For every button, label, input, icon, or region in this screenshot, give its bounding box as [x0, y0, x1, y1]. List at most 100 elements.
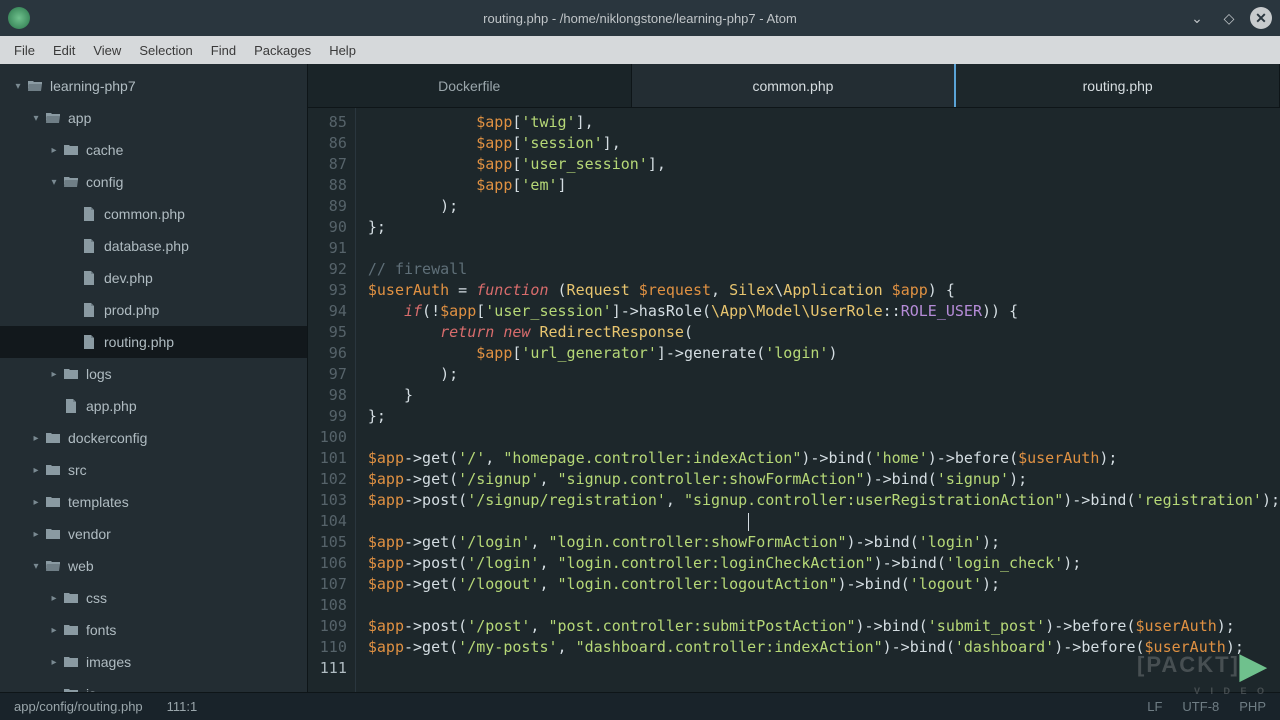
- code-line[interactable]: $app['url_generator']->generate('login'): [368, 343, 1280, 364]
- tree-item-app[interactable]: ▾app: [0, 102, 307, 134]
- menu-selection[interactable]: Selection: [131, 40, 200, 61]
- tree-item-js[interactable]: ▸js: [0, 678, 307, 692]
- folder-open-icon: [26, 78, 44, 94]
- folder-open-icon: [44, 558, 62, 574]
- folder-icon: [62, 590, 80, 606]
- line-number: 111: [308, 658, 347, 679]
- chevron-icon: ▸: [48, 657, 60, 668]
- line-number: 85: [308, 112, 347, 133]
- tree-item-dev-php[interactable]: dev.php: [0, 262, 307, 294]
- code-line[interactable]: $userAuth = function (Request $request, …: [368, 280, 1280, 301]
- line-number: 86: [308, 133, 347, 154]
- tree-label: dev.php: [104, 270, 153, 286]
- code-line[interactable]: }: [368, 385, 1280, 406]
- tree-label: config: [86, 174, 123, 190]
- tree-item-config[interactable]: ▾ config: [0, 166, 307, 198]
- code-line[interactable]: );: [368, 196, 1280, 217]
- file-icon: [80, 334, 98, 350]
- code-line[interactable]: $app->get('/my-posts', "dashboard.contro…: [368, 637, 1280, 658]
- tree-item-templates[interactable]: ▸templates: [0, 486, 307, 518]
- tree-item-routing-php[interactable]: routing.php: [0, 326, 307, 358]
- tab-common-php[interactable]: common.php: [632, 64, 957, 107]
- menu-help[interactable]: Help: [321, 40, 364, 61]
- menu-packages[interactable]: Packages: [246, 40, 319, 61]
- code-line[interactable]: $app->get('/', "homepage.controller:inde…: [368, 448, 1280, 469]
- tree-item-dockerconfig[interactable]: ▸dockerconfig: [0, 422, 307, 454]
- statusbar: app/config/routing.php 111:1 LFUTF-8PHP: [0, 692, 1280, 720]
- folder-icon: [62, 366, 80, 382]
- code-line[interactable]: };: [368, 217, 1280, 238]
- tree-item-common-php[interactable]: common.php: [0, 198, 307, 230]
- code-line[interactable]: // firewall: [368, 259, 1280, 280]
- tab-Dockerfile[interactable]: Dockerfile: [308, 64, 632, 107]
- chevron-icon: ▸: [30, 497, 42, 508]
- code-line[interactable]: $app->get('/logout', "login.controller:l…: [368, 574, 1280, 595]
- line-number: 102: [308, 469, 347, 490]
- menu-file[interactable]: File: [6, 40, 43, 61]
- code-line[interactable]: $app['twig'],: [368, 112, 1280, 133]
- status-lf[interactable]: LF: [1147, 699, 1162, 714]
- tree-item-web[interactable]: ▾ web: [0, 550, 307, 582]
- code-line[interactable]: $app['session'],: [368, 133, 1280, 154]
- code-line[interactable]: if(!$app['user_session']->hasRole(\App\M…: [368, 301, 1280, 322]
- tab-routing-php[interactable]: routing.php: [956, 64, 1280, 107]
- menu-view[interactable]: View: [85, 40, 129, 61]
- code-line[interactable]: [368, 427, 1280, 448]
- code-line[interactable]: [368, 511, 1280, 532]
- line-number: 93: [308, 280, 347, 301]
- titlebar: routing.php - /home/niklongstone/learnin…: [0, 0, 1280, 36]
- menu-find[interactable]: Find: [203, 40, 244, 61]
- tree-label: web: [68, 558, 94, 574]
- chevron-icon: ▾: [30, 113, 42, 124]
- line-gutter: 8586878889909192939495969798991001011021…: [308, 108, 356, 692]
- minimize-icon[interactable]: ⌄: [1186, 7, 1208, 29]
- code-line[interactable]: [368, 595, 1280, 616]
- tree-item-app-php[interactable]: app.php: [0, 390, 307, 422]
- editor-tabs: Dockerfilecommon.phprouting.php: [308, 64, 1280, 108]
- file-icon: [80, 206, 98, 222]
- line-number: 89: [308, 196, 347, 217]
- code-line[interactable]: $app->post('/signup/registration', "sign…: [368, 490, 1280, 511]
- tree-item-fonts[interactable]: ▸fonts: [0, 614, 307, 646]
- line-number: 87: [308, 154, 347, 175]
- code-line[interactable]: [368, 658, 1280, 679]
- folder-open-icon: [44, 110, 62, 126]
- chevron-icon: ▾: [48, 177, 60, 188]
- code-line[interactable]: return new RedirectResponse(: [368, 322, 1280, 343]
- chevron-icon: ▾: [30, 561, 42, 572]
- tree-label: src: [68, 462, 87, 478]
- code-line[interactable]: $app->post('/post', "post.controller:sub…: [368, 616, 1280, 637]
- code-line[interactable]: $app['em']: [368, 175, 1280, 196]
- tree-label: css: [86, 590, 107, 606]
- maximize-icon[interactable]: ◇: [1218, 7, 1240, 29]
- code-area[interactable]: $app['twig'], $app['session'], $app['use…: [356, 108, 1280, 692]
- tree-item-css[interactable]: ▸css: [0, 582, 307, 614]
- tree-label: common.php: [104, 206, 185, 222]
- status-utf-8[interactable]: UTF-8: [1182, 699, 1219, 714]
- menu-edit[interactable]: Edit: [45, 40, 83, 61]
- code-line[interactable]: [368, 238, 1280, 259]
- line-number: 103: [308, 490, 347, 511]
- code-line[interactable]: };: [368, 406, 1280, 427]
- line-number: 100: [308, 427, 347, 448]
- tree-item-src[interactable]: ▸ src: [0, 454, 307, 486]
- line-number: 98: [308, 385, 347, 406]
- code-line[interactable]: $app->get('/signup', "signup.controller:…: [368, 469, 1280, 490]
- code-line[interactable]: );: [368, 364, 1280, 385]
- status-php[interactable]: PHP: [1239, 699, 1266, 714]
- tree-item-learning-php7[interactable]: ▾learning-php7: [0, 70, 307, 102]
- code-line[interactable]: $app->post('/login', "login.controller:l…: [368, 553, 1280, 574]
- tree-item-cache[interactable]: ▸cache: [0, 134, 307, 166]
- tree-item-database-php[interactable]: database.php: [0, 230, 307, 262]
- tree-item-logs[interactable]: ▸logs: [0, 358, 307, 390]
- tree-item-images[interactable]: ▸images: [0, 646, 307, 678]
- file-tree-sidebar[interactable]: ▾learning-php7▾app▸cache ▾ config common.ph…: [0, 64, 308, 692]
- tree-item-vendor[interactable]: ▸vendor: [0, 518, 307, 550]
- chevron-icon: ▸: [30, 465, 42, 476]
- tree-item-prod-php[interactable]: prod.php: [0, 294, 307, 326]
- code-line[interactable]: $app->get('/login', "login.controller:sh…: [368, 532, 1280, 553]
- close-icon[interactable]: ✕: [1250, 7, 1272, 29]
- code-editor[interactable]: 8586878889909192939495969798991001011021…: [308, 108, 1280, 692]
- chevron-icon: ▸: [48, 689, 60, 693]
- code-line[interactable]: $app['user_session'],: [368, 154, 1280, 175]
